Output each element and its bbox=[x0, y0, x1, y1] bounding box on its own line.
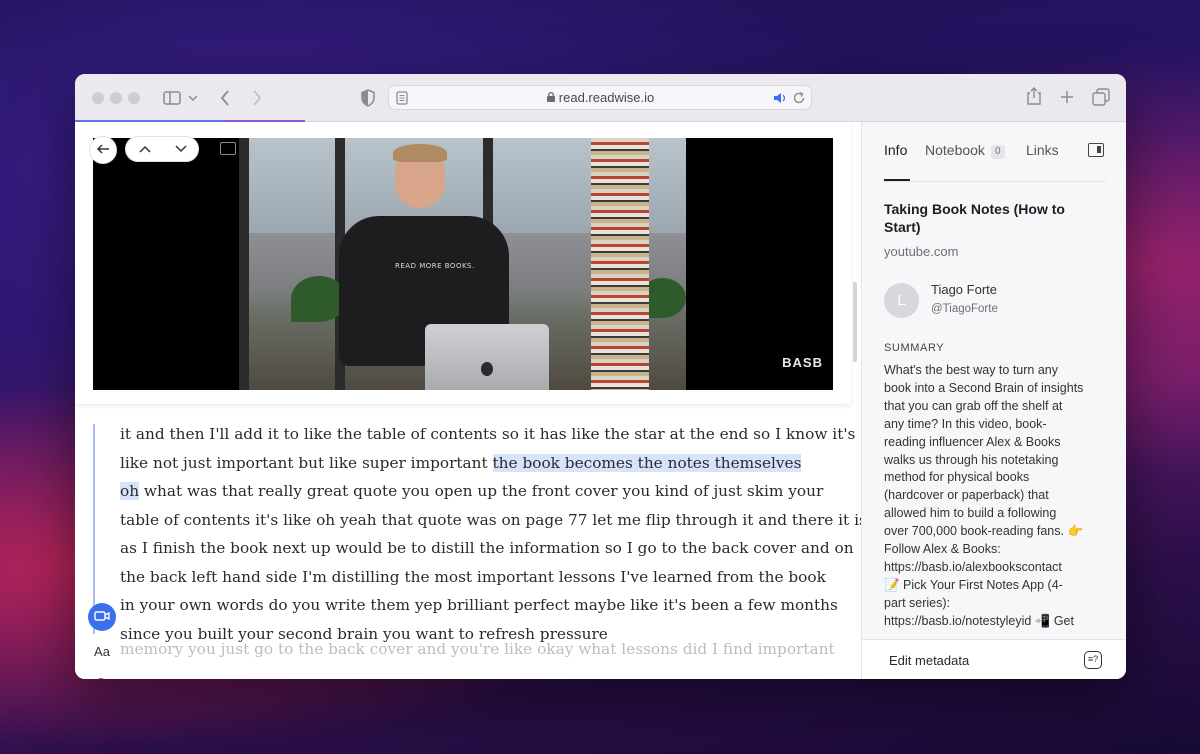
avatar: L bbox=[884, 283, 919, 318]
sidebar-icon[interactable] bbox=[163, 90, 181, 106]
document-domain: youtube.com bbox=[884, 244, 959, 259]
summary-heading: SUMMARY bbox=[884, 342, 945, 354]
comment-button[interactable] bbox=[88, 672, 116, 679]
reload-icon[interactable] bbox=[792, 91, 806, 105]
summary-text: What's the best way to turn any book int… bbox=[884, 363, 1084, 628]
transcript-text: it and then I'll add it to like the tabl… bbox=[120, 420, 861, 648]
arrow-left-icon bbox=[96, 144, 109, 154]
video-camera-icon bbox=[94, 611, 110, 621]
sidebar-tabs: Info Notebook 0 Links bbox=[884, 142, 1106, 182]
presenter-hair bbox=[393, 144, 447, 162]
transcript-line: as I finish the book next up would be to… bbox=[120, 539, 854, 557]
previous-document-button[interactable] bbox=[135, 141, 155, 157]
author-name: Tiago Forte bbox=[931, 282, 997, 297]
avatar-initial: L bbox=[897, 292, 906, 309]
tab-label: Links bbox=[1026, 142, 1059, 158]
sidebar-toggle-icon[interactable] bbox=[1088, 143, 1104, 157]
sidebar-footer: Edit metadata ≡? bbox=[862, 639, 1126, 679]
transcript-line: like not just important but like super i… bbox=[120, 449, 820, 478]
highlight-margin-bar bbox=[93, 424, 95, 634]
chevron-down-icon bbox=[175, 145, 187, 153]
left-panel-toggle-icon[interactable] bbox=[220, 142, 236, 155]
video-frame: READ MORE BOOKS. bbox=[239, 138, 686, 390]
transcript-segment: like not just important but like super i… bbox=[120, 453, 493, 472]
font-settings-button[interactable]: Aa bbox=[88, 638, 116, 666]
browser-toolbar: read.readwise.io bbox=[75, 74, 1126, 123]
shirt-text: READ MORE BOOKS. bbox=[395, 262, 475, 270]
video-player[interactable]: READ MORE BOOKS. BASB bbox=[93, 138, 833, 390]
transcript-line: it and then I'll add it to like the tabl… bbox=[120, 425, 856, 443]
transcript-segment: what was that really great quote you ope… bbox=[139, 482, 824, 500]
video-toggle-button[interactable] bbox=[88, 603, 116, 631]
url-text: read.readwise.io bbox=[389, 90, 811, 105]
apple-logo-icon bbox=[481, 362, 493, 376]
font-settings-icon: Aa bbox=[94, 644, 110, 659]
highlighted-text[interactable]: the book becomes the notes themselves bbox=[492, 453, 802, 472]
tabs-icon[interactable] bbox=[1092, 88, 1110, 106]
metadata-help-icon[interactable]: ≡? bbox=[1084, 651, 1102, 669]
close-window-button[interactable] bbox=[92, 92, 104, 104]
window-frame bbox=[239, 138, 249, 390]
scrollbar-thumb[interactable] bbox=[853, 282, 857, 362]
address-bar[interactable]: read.readwise.io bbox=[388, 85, 812, 110]
metadata-help-glyph: ≡? bbox=[1087, 654, 1099, 664]
forward-arrow-icon[interactable] bbox=[251, 89, 263, 107]
highlighted-text[interactable]: oh bbox=[120, 482, 140, 500]
lock-icon bbox=[546, 91, 555, 102]
active-tab-indicator bbox=[884, 179, 910, 181]
right-sidebar: Info Notebook 0 Links Taking Book Notes (… bbox=[861, 122, 1126, 679]
chevron-up-icon bbox=[139, 145, 151, 153]
notebook-count-badge: 0 bbox=[990, 145, 1005, 159]
book-stack bbox=[591, 138, 649, 390]
transcript-line: the back left hand side I'm distilling t… bbox=[120, 567, 826, 586]
laptop bbox=[425, 324, 549, 390]
author-handle: @TiagoForte bbox=[931, 303, 998, 315]
next-document-button[interactable] bbox=[171, 141, 191, 157]
video-watermark: BASB bbox=[782, 355, 823, 370]
chevron-down-icon[interactable] bbox=[188, 94, 198, 102]
search-comment-icon bbox=[98, 678, 104, 679]
minimize-window-button[interactable] bbox=[110, 92, 122, 104]
tab-notebook[interactable]: Notebook 0 bbox=[925, 142, 1005, 159]
document-nav-pill bbox=[125, 136, 199, 162]
browser-window: read.readwise.io READ MORE BOOKS. BASB i… bbox=[75, 74, 1126, 679]
back-button[interactable] bbox=[89, 136, 117, 164]
tab-info[interactable]: Info bbox=[884, 142, 907, 158]
back-arrow-icon[interactable] bbox=[219, 89, 231, 107]
tab-label: Notebook bbox=[925, 142, 985, 158]
transcript-line-faded: memory you just go to the back cover and… bbox=[120, 640, 835, 658]
transcript-line: oh what was that really great quote you … bbox=[120, 477, 824, 506]
tab-links[interactable]: Links bbox=[1026, 142, 1059, 158]
share-icon[interactable] bbox=[1026, 86, 1042, 106]
zoom-window-button[interactable] bbox=[128, 92, 140, 104]
url-label: read.readwise.io bbox=[558, 90, 655, 105]
speaker-icon[interactable] bbox=[773, 92, 787, 104]
shield-icon[interactable] bbox=[360, 89, 376, 107]
tab-label: Info bbox=[884, 142, 908, 158]
edit-metadata-button[interactable]: Edit metadata bbox=[889, 653, 969, 668]
video-container: READ MORE BOOKS. BASB bbox=[75, 122, 851, 404]
transcript-line: table of contents it's like oh yeah that… bbox=[120, 510, 861, 529]
document-title: Taking Book Notes (How to Start) bbox=[884, 201, 1065, 235]
transcript-line: in your own words do you write them yep … bbox=[120, 596, 838, 614]
plus-icon[interactable] bbox=[1059, 89, 1075, 105]
reader-content[interactable]: READ MORE BOOKS. BASB it and then I'll a… bbox=[75, 122, 861, 679]
